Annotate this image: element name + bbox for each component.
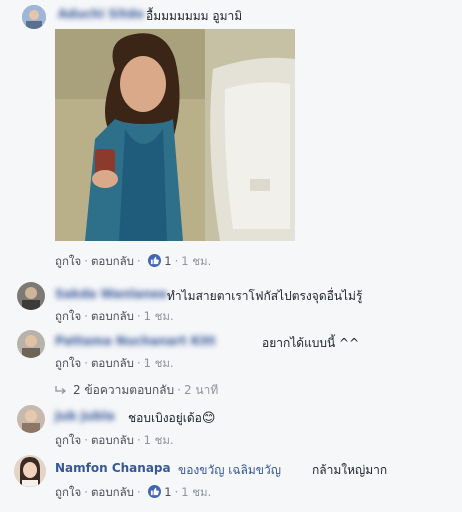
comment-timestamp[interactable]: 1 ชม.: [144, 356, 174, 370]
reply-button[interactable]: ตอบกลับ: [91, 433, 134, 447]
comment-author[interactable]: Sakda Wanlanee: [55, 287, 167, 301]
like-button[interactable]: ถูกใจ: [55, 309, 81, 323]
comment-attached-photo[interactable]: [55, 29, 295, 241]
avatar[interactable]: [17, 282, 45, 310]
avatar-photo-icon: [17, 282, 45, 310]
like-reaction-icon[interactable]: [147, 485, 161, 498]
reaction-count[interactable]: 1: [164, 485, 171, 499]
avatar[interactable]: [14, 455, 46, 487]
reply-button[interactable]: ตอบกลับ: [91, 254, 134, 268]
mention-link[interactable]: ของขวัญ เฉลิมขวัญ: [178, 461, 281, 480]
like-button[interactable]: ถูกใจ: [55, 433, 81, 447]
avatar[interactable]: [17, 405, 45, 433]
reply-button[interactable]: ตอบกลับ: [91, 356, 134, 370]
like-button[interactable]: ถูกใจ: [55, 485, 81, 499]
comment-author[interactable]: Aduchi Sitdo: [58, 7, 144, 21]
comment-text: ชอบเบิงอยู่เด้อ😊: [128, 411, 216, 426]
like-button[interactable]: ถูกใจ: [55, 356, 81, 370]
reaction-count[interactable]: 1: [164, 254, 171, 268]
comment-author[interactable]: Jub Jubla: [55, 409, 115, 423]
replies-count[interactable]: 2 ข้อความตอบกลับ: [73, 383, 174, 397]
avatar-photo-icon: [14, 455, 46, 487]
smile-emoji-icon: 😊: [201, 411, 216, 426]
comment-text: กล้ามใหญ่มาก: [312, 463, 388, 477]
like-reaction-icon[interactable]: [147, 254, 161, 267]
avatar-photo-icon: [22, 5, 46, 29]
comment-timestamp[interactable]: 1 ชม.: [181, 485, 211, 499]
comment-author[interactable]: Namfon Chanapa: [55, 461, 171, 475]
reply-button[interactable]: ตอบกลับ: [91, 485, 134, 499]
comment-timestamp[interactable]: 1 ชม.: [181, 254, 211, 268]
comment-timestamp[interactable]: 1 ชม.: [144, 433, 174, 447]
view-replies-link[interactable]: 2 ข้อความตอบกลับ · 2 นาที: [55, 381, 218, 400]
comment-text: อยากได้แบบนี้ ^^: [262, 336, 360, 350]
comment-timestamp[interactable]: 1 ชม.: [144, 309, 174, 323]
photo-girl-with-computer-icon: [55, 29, 295, 241]
avatar[interactable]: [22, 5, 46, 29]
avatar-photo-icon: [17, 405, 45, 433]
avatar-photo-icon: [17, 330, 45, 358]
reply-arrow-icon: [55, 386, 67, 394]
comment-author[interactable]: Pattama Nuchanart Kitt: [55, 334, 216, 348]
reply-button[interactable]: ตอบกลับ: [91, 309, 134, 323]
avatar[interactable]: [17, 330, 45, 358]
replies-timestamp: 2 นาที: [183, 383, 219, 397]
comment-text: อื้มมมมมมม อูมามิ: [146, 9, 243, 23]
like-button[interactable]: ถูกใจ: [55, 254, 81, 268]
comment-text: ทำไมสายตาเราโฟกัสไปตรงจุดอื่นไม่รู้: [167, 289, 363, 303]
